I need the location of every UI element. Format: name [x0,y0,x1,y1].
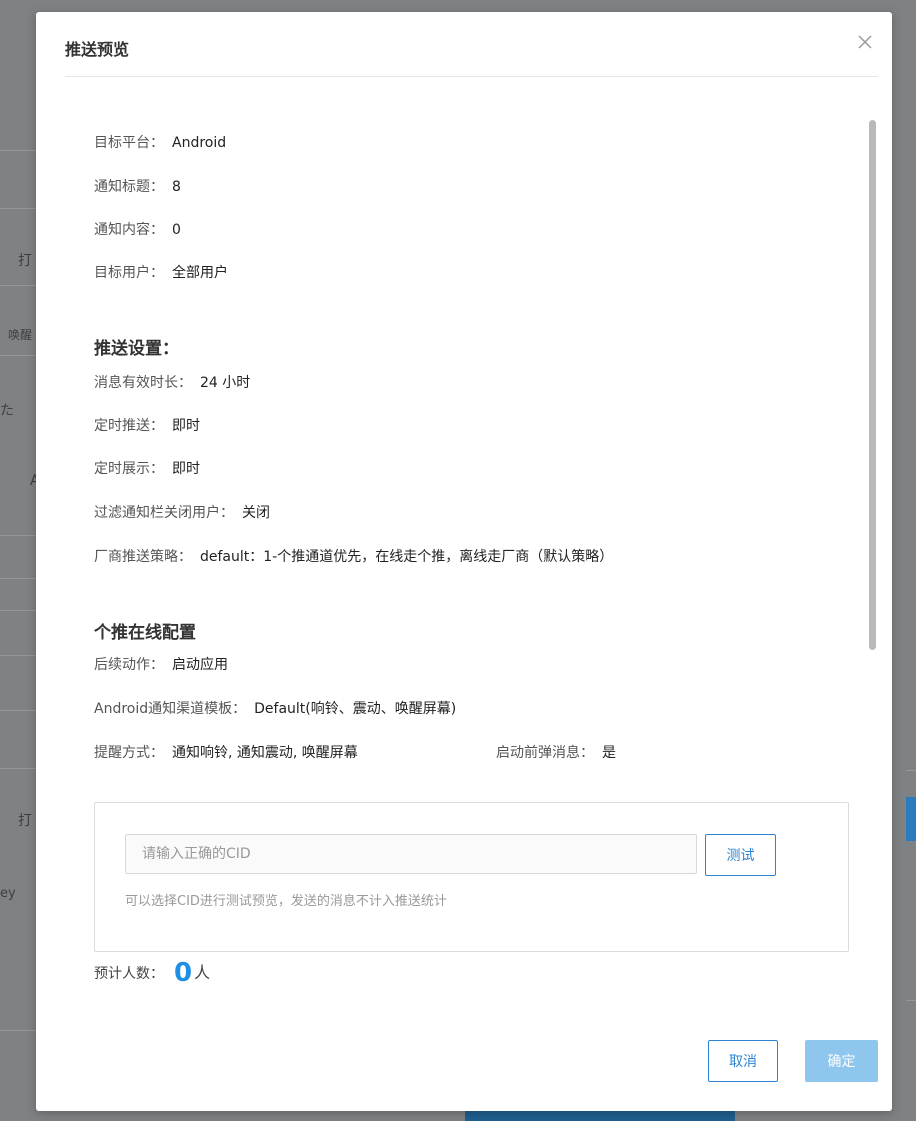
bg-divider [0,150,40,151]
bg-divider [0,610,40,611]
setting-row-ttl: 消息有效时长： 24 小时 [94,372,250,392]
estimate-unit: 人 [194,963,211,982]
bg-blue-strip [465,1110,735,1121]
setting-row-filter-users: 过滤通知栏关闭用户： 关闭 [94,502,270,522]
setting-label: 厂商推送策略： [94,549,192,565]
info-row-platform: 目标平台： Android [94,132,226,152]
setting-value: 24 小时 [200,375,251,391]
info-label: 通知标题： [94,179,164,195]
setting-value: default：1-个推通道优先，在线走个推，离线走厂商（默认策略） [200,549,614,565]
cancel-button[interactable]: 取消 [708,1040,778,1082]
test-button[interactable]: 测试 [705,834,776,876]
confirm-button[interactable]: 确定 [805,1040,878,1082]
info-label: 目标平台： [94,135,164,151]
section-heading-push-settings: 推送设置： [94,339,179,359]
info-value: 全部用户 [172,265,228,281]
bg-divider [906,770,916,771]
bg-fragment: た [0,403,14,419]
config-value: 启动应用 [172,657,228,673]
bg-fragment: 打 [18,253,32,269]
section-heading-online-config: 个推在线配置 [94,623,196,643]
info-value: 8 [172,179,181,195]
bg-divider [0,535,40,536]
bg-divider [906,1000,916,1001]
config-row-channel-template: Android通知渠道模板： Default(响铃、震动、唤醒屏幕) [94,698,456,718]
bg-fragment: 唤醒 [8,328,33,342]
setting-label: 定时展示： [94,461,164,477]
bg-divider [0,655,40,656]
info-label: 目标用户： [94,265,164,281]
config-label: 后续动作： [94,657,164,673]
config-label: Android通知渠道模板： [94,701,247,717]
close-icon[interactable] [856,33,874,51]
bg-fragment: ey [0,886,16,901]
estimate-label: 预计人数： [94,966,164,982]
config-label: 提醒方式： [94,745,164,761]
bg-blue-button [906,797,916,841]
setting-label: 定时推送： [94,418,164,434]
config-row-follow-action: 后续动作： 启动应用 [94,654,228,674]
estimate-count: 0 [174,958,193,988]
setting-row-vendor-strategy: 厂商推送策略： default：1-个推通道优先，在线走个推，离线走厂商（默认策略… [94,546,613,566]
setting-value: 即时 [172,461,200,477]
bg-divider [0,768,40,769]
bg-divider [0,578,40,579]
modal-title: 推送预览 [65,40,130,59]
info-label: 通知内容： [94,222,164,238]
bg-divider [0,285,40,286]
setting-value: 关闭 [242,505,270,521]
info-row-title: 通知标题： 8 [94,176,181,196]
cid-input[interactable] [125,834,697,874]
estimated-users: 预计人数： 0 人 [94,958,210,988]
config-label: 启动前弹消息： [496,745,594,761]
config-row-alert-method: 提醒方式： 通知响铃, 通知震动, 唤醒屏幕 [94,742,358,762]
bg-divider [0,208,40,209]
setting-row-scheduled-display: 定时展示： 即时 [94,458,200,478]
setting-row-scheduled-push: 定时推送： 即时 [94,415,200,435]
setting-label: 过滤通知栏关闭用户： [94,505,234,521]
info-row-target-users: 目标用户： 全部用户 [94,262,228,282]
bg-divider [0,355,40,356]
config-value: Default(响铃、震动、唤醒屏幕) [254,701,457,717]
modal-header: 推送预览 [65,12,878,77]
info-value: 0 [172,222,181,238]
test-hint: 可以选择CID进行测试预览，发送的消息不计入推送统计 [125,894,447,909]
bg-divider [0,1030,40,1031]
config-value: 是 [602,745,616,761]
scrollbar-thumb[interactable] [869,120,876,650]
cid-test-panel: 测试 可以选择CID进行测试预览，发送的消息不计入推送统计 [94,802,849,952]
bg-divider [0,710,40,711]
info-row-content: 通知内容： 0 [94,219,181,239]
push-preview-modal: 推送预览 目标平台： Android 通知标题： 8 通知内容： 0 目标用户： 全部用… [36,12,892,1111]
setting-value: 即时 [172,418,200,434]
info-value: Android [172,135,227,151]
config-row-popup-before-launch: 启动前弹消息： 是 [496,742,616,762]
bg-fragment: 打 [18,813,32,829]
setting-label: 消息有效时长： [94,375,192,391]
config-value: 通知响铃, 通知震动, 唤醒屏幕 [172,745,358,761]
